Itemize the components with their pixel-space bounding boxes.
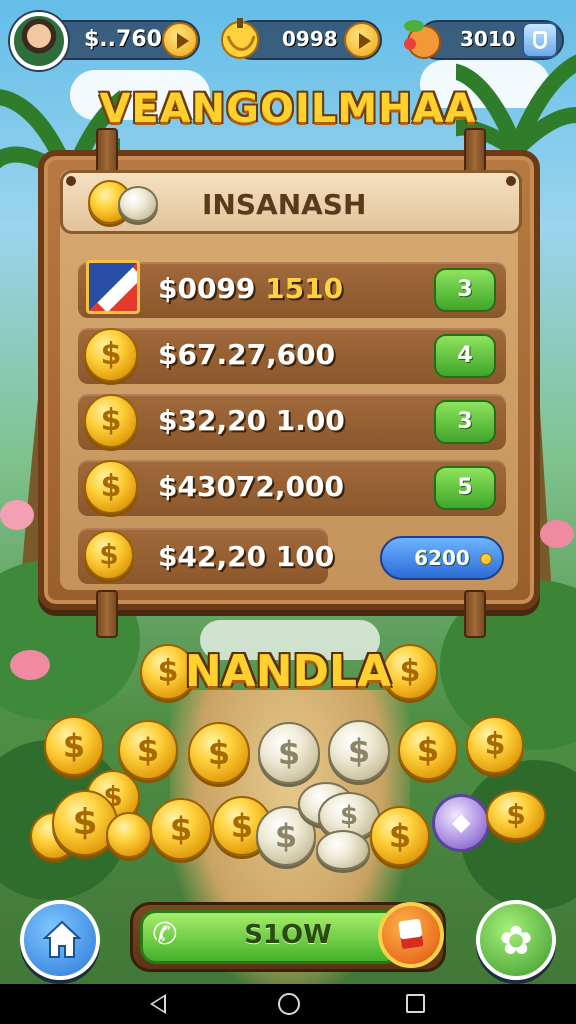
home-icon xyxy=(43,920,81,958)
shop-button[interactable] xyxy=(378,902,444,968)
coin-icon: $ xyxy=(84,328,138,382)
avatar[interactable] xyxy=(10,12,68,70)
coin-icon: $ xyxy=(258,722,320,784)
flower xyxy=(0,500,34,530)
board-peg xyxy=(96,590,118,638)
row-amount: $32,20 1.00 xyxy=(158,404,345,437)
recent-apps-icon[interactable] xyxy=(406,994,425,1013)
play-icon[interactable] xyxy=(162,22,198,58)
row-action-button[interactable]: 5 xyxy=(434,466,496,510)
nail xyxy=(66,176,76,186)
nail xyxy=(506,176,516,186)
flag-icon xyxy=(86,260,140,314)
system-nav-bar xyxy=(0,984,576,1024)
board-peg xyxy=(464,590,486,638)
play-icon[interactable] xyxy=(344,22,380,58)
row-amount: $43072,000 xyxy=(158,470,344,503)
row-amount: $42,20 100 xyxy=(158,540,335,573)
jackpot-title: NANDLA xyxy=(184,646,392,697)
coin-icon: $ xyxy=(398,720,458,780)
coin-icon: $ xyxy=(466,716,524,774)
row-action-button[interactable]: 3 xyxy=(434,268,496,312)
coin-icon: $ xyxy=(84,530,134,580)
coin-icon: $ xyxy=(328,720,390,782)
settings-button[interactable]: ✿ xyxy=(476,900,556,980)
row-amount: $67.27,600 xyxy=(158,338,336,371)
row-action-button[interactable]: 3 xyxy=(434,400,496,444)
home-button[interactable] xyxy=(20,900,100,980)
board-peg xyxy=(96,128,118,176)
coin-icon: $ xyxy=(188,722,250,784)
coin-icon xyxy=(118,186,158,222)
banana-icon xyxy=(221,18,259,59)
resource-value: 0998 xyxy=(282,27,338,51)
game-title: VEANGOILMHAA xyxy=(99,86,477,132)
coin-icon: $ xyxy=(118,720,178,780)
board-peg xyxy=(464,128,486,176)
coin-icon: $ xyxy=(150,798,212,860)
row-action-button[interactable]: 6200 xyxy=(380,536,504,580)
row-amount: $0099 1510 xyxy=(158,272,344,305)
settings-icon: ✿ xyxy=(499,918,533,964)
money-value: $..760 xyxy=(84,27,162,52)
coin-icon xyxy=(316,830,370,870)
coin-icon: $ xyxy=(370,806,430,866)
coin-icon: $ xyxy=(84,460,138,514)
shield-icon[interactable] xyxy=(522,22,558,58)
coin-icon: $ xyxy=(84,394,138,448)
gem-icon xyxy=(432,794,490,852)
board-header-text: INSANASH xyxy=(202,188,367,221)
row-action-button[interactable]: 4 xyxy=(434,334,496,378)
coin-icon: $ xyxy=(44,716,104,776)
fruit-value: 3010 xyxy=(460,27,516,51)
phone-icon[interactable]: ✆ xyxy=(146,916,184,954)
back-icon[interactable] xyxy=(150,994,166,1014)
flower xyxy=(540,520,574,548)
home-circle-icon[interactable] xyxy=(278,993,300,1015)
coin-icon: $ xyxy=(486,790,546,840)
coin-icon xyxy=(106,812,152,858)
fruit-icon xyxy=(404,20,441,59)
spin-label: S1OW xyxy=(244,920,332,950)
